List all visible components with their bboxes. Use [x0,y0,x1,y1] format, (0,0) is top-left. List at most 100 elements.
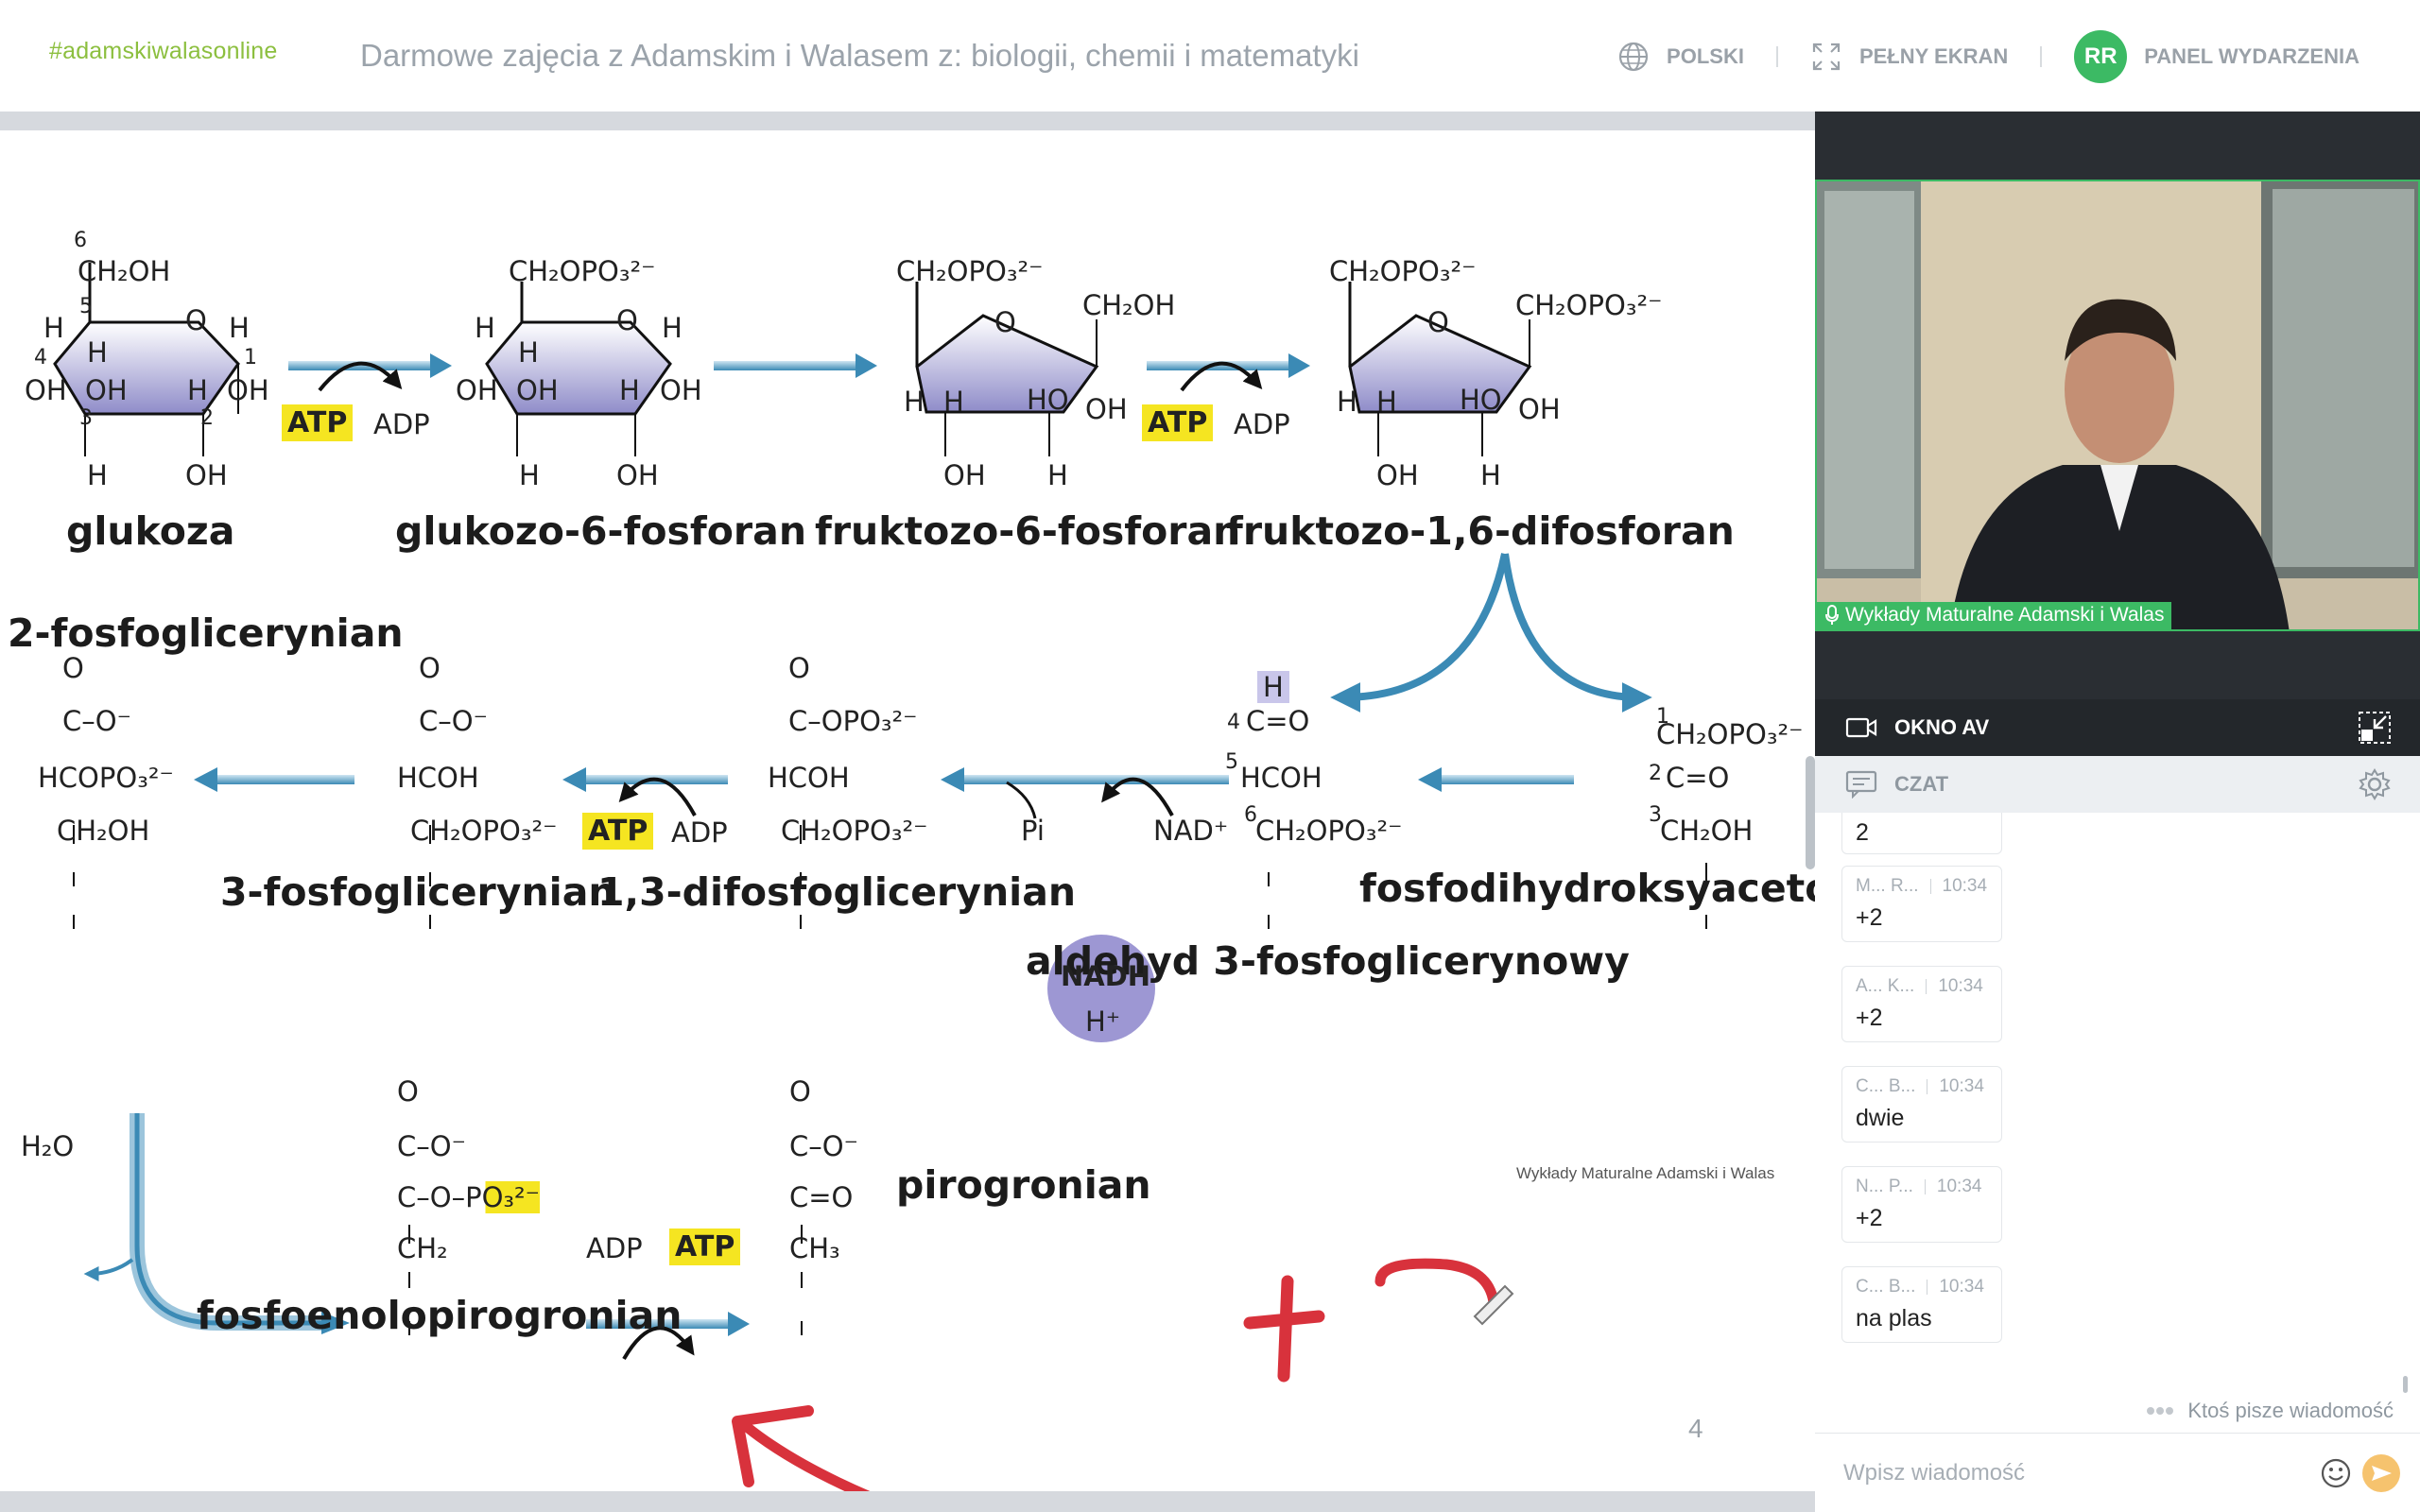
f16bp-ch2opo3-left: CH₂OPO₃²⁻ [1329,255,1477,287]
chat-message-time: 10:34 [1939,1277,1984,1297]
header-divider [2040,46,2043,67]
atom-h: H [1047,459,1068,491]
emoji-icon[interactable] [2320,1457,2352,1489]
label-f16bp: fruktozo-1,6-difosforan [1226,508,1735,554]
arrow-g6p-f6p [714,353,877,378]
atom-h: H [1376,386,1397,418]
chat-message-text: +2 [1856,1005,1883,1031]
list-item: A... K... 10:34 +2 [1841,966,2002,1042]
chat-message-input[interactable] [1843,1454,2297,1492]
atom-h: H [1480,459,1501,491]
atp-badge: ATP [582,813,654,850]
nadh-label: NADH [1061,960,1151,992]
atom-ho: HO [1460,384,1502,416]
f6p-ch2oh: CH₂OH [1082,289,1176,321]
f16bp-o: O [1427,306,1449,338]
slide-bottom-margin [0,1491,1815,1512]
adp-label: ADP [586,1232,643,1264]
bpg-c: C–OPO₃²⁻ [788,705,918,737]
atom-oh: OH [660,374,702,406]
arrow-glucose-g6p [288,353,452,392]
pep-c-o-minus: C–O⁻ [397,1130,466,1162]
label-2pg: 2-fosfoglicerynian [8,610,404,656]
h-plus-label: H⁺ [1085,1005,1121,1038]
send-icon[interactable] [2361,1453,2401,1493]
dhap-c-double-o: C=O [1666,762,1730,794]
arrow-3pg-2pg [194,767,354,792]
page-title: Darmowe zajęcia z Adamskim i Walasem z: … [360,38,1359,73]
brand-logo[interactable]: #adamskiwalasonline [49,38,277,65]
chat-message-author: C... B... [1856,1076,1916,1096]
chat-panel: CZAT 2 M... R... 10:34 +2 A... K... 10:34 … [1815,756,2420,1512]
list-item: C... B... 10:34 dwie [1841,1066,2002,1143]
arrow-f6p-f16bp [1147,353,1310,392]
gear-icon[interactable] [2358,767,2392,801]
chat-scrollbar[interactable] [2403,1376,2408,1393]
chat-message-text: 2 [1856,819,1869,846]
chat-message-text: +2 [1856,904,1883,931]
pep-c-o-po3: C–O–PO₃²⁻ [397,1181,540,1213]
g6p-o: O [616,304,638,336]
adp-label: ADP [373,408,430,440]
nad-label: NAD⁺ [1153,815,1229,847]
camera-icon[interactable] [1845,715,1877,740]
atom-h: H [519,459,540,491]
atom-h: H [229,312,250,344]
atom-o: O [419,652,441,684]
3pg-ch2opo3: CH₂OPO₃²⁻ [410,815,558,847]
label-glukoza: glukoza [66,508,235,554]
bpg-hcoh: HCOH [768,762,850,794]
atom-h: H [475,312,495,344]
atom-h: H [943,386,964,418]
slide-watermark: Wykłady Maturalne Adamski i Walas [1516,1164,1775,1182]
atp-badge: ATP [669,1228,741,1265]
f16bp-ch2opo3-right: CH₂OPO₃²⁻ [1515,289,1663,321]
chat-message-time: 10:34 [1936,1177,1982,1196]
atom-o: O [62,652,84,684]
glucose-o: O [185,304,207,336]
num-2: 2 [200,406,214,430]
num-5: 5 [1225,750,1238,774]
video-feed[interactable]: Wykłady Maturalne Adamski i Walas [1815,180,2420,631]
fullscreen-icon [1812,43,1841,71]
atom-h: H [662,312,683,344]
pyr-c-double-o: C=O [789,1181,854,1213]
num-3: 3 [79,406,93,430]
chat-message-list[interactable]: 2 M... R... 10:34 +2 A... K... 10:34 +2 C.… [1841,813,2371,1399]
chat-input-row [1815,1433,2420,1512]
h2o-label: H₂O [21,1130,75,1162]
dhap-ch2oh: CH₂OH [1660,815,1754,847]
g3p-hcoh: HCOH [1240,762,1322,794]
label-f6p: fruktozo-6-fosforan [815,508,1241,554]
minimize-window-icon[interactable] [2358,711,2392,745]
language-button[interactable]: POLSKI [1617,41,1744,73]
list-item: N... P... 10:34 +2 [1841,1166,2002,1243]
pyr-c-o-minus: C–O⁻ [789,1130,858,1162]
event-panel-button[interactable]: RR PANEL WYDARZENIA [2074,30,2360,83]
fullscreen-button[interactable]: PEŁNY EKRAN [1810,41,2008,73]
3pg-hcoh: HCOH [397,762,479,794]
atom-h: H [904,386,925,418]
atom-oh: OH [25,374,67,406]
pep-ch2: CH₂ [397,1232,448,1264]
avatar[interactable]: RR [2074,30,2128,83]
language-label: POLSKI [1667,44,1744,68]
atom-oh: OH [227,374,269,406]
atom-oh: OH [85,374,128,406]
g6p-ch2opo3: CH₂OPO₃²⁻ [509,255,656,287]
num-5: 5 [79,295,93,318]
chat-message-text: dwie [1856,1105,1905,1131]
microphone-icon [1825,605,1839,625]
atom-oh: OH [516,374,559,406]
label-dhap: fosfodihydroksyaceton [1359,866,1815,911]
atom-o: O [789,1075,811,1108]
atom-h: H [43,312,64,344]
atom-o: O [397,1075,419,1108]
atom-oh: OH [456,374,498,406]
chat-message-time: 10:34 [1938,976,1983,996]
list-item: M... R... 10:34 +2 [1841,866,2002,942]
label-pirogronian: pirogronian [896,1162,1151,1208]
video-caption-text: Wykłady Maturalne Adamski i Walas [1845,604,2165,626]
chat-side-scrollbar[interactable] [1806,756,1815,869]
chat-message-author: A... K... [1856,976,1915,996]
